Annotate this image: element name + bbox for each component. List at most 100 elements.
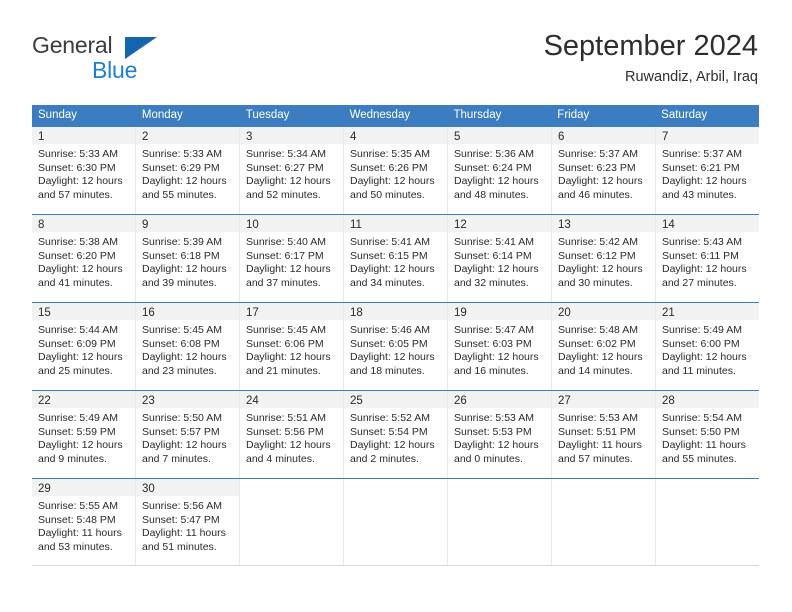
sunrise-text: Sunrise: 5:42 AM xyxy=(558,236,638,248)
daylight-text-line2: and 23 minutes. xyxy=(142,364,217,377)
day-number-band: 5 xyxy=(448,127,551,144)
day-cell[interactable]: 2 Sunrise: 5:33 AM Sunset: 6:29 PM Dayli… xyxy=(136,127,240,214)
daylight-text-line2: and 52 minutes. xyxy=(246,188,321,201)
day-cell[interactable]: 28 Sunrise: 5:54 AM Sunset: 5:50 PM Dayl… xyxy=(656,391,759,478)
week-row: 8 Sunrise: 5:38 AM Sunset: 6:20 PM Dayli… xyxy=(32,214,759,302)
weekday-header-row: Sunday Monday Tuesday Wednesday Thursday… xyxy=(32,105,759,126)
day-details: Sunrise: 5:44 AM Sunset: 6:09 PM Dayligh… xyxy=(32,320,135,378)
sunset-text: Sunset: 6:30 PM xyxy=(38,161,116,174)
sunrise-text: Sunrise: 5:53 AM xyxy=(558,412,638,424)
week-row: 29 Sunrise: 5:55 AM Sunset: 5:48 PM Dayl… xyxy=(32,478,759,565)
day-cell[interactable]: 15 Sunrise: 5:44 AM Sunset: 6:09 PM Dayl… xyxy=(32,303,136,390)
sunrise-text: Sunrise: 5:48 AM xyxy=(558,324,638,336)
daylight-text-line1: Daylight: 11 hours xyxy=(142,527,226,540)
day-cell[interactable]: 18 Sunrise: 5:46 AM Sunset: 6:05 PM Dayl… xyxy=(344,303,448,390)
daylight-text-line1: Daylight: 12 hours xyxy=(558,263,643,276)
day-cell[interactable]: 3 Sunrise: 5:34 AM Sunset: 6:27 PM Dayli… xyxy=(240,127,344,214)
day-cell[interactable]: 20 Sunrise: 5:48 AM Sunset: 6:02 PM Dayl… xyxy=(552,303,656,390)
daylight-text-line2: and 37 minutes. xyxy=(246,276,321,289)
daylight-text-line2: and 53 minutes. xyxy=(38,540,113,553)
day-number-band: 24 xyxy=(240,391,343,408)
sunset-text: Sunset: 6:29 PM xyxy=(142,161,220,174)
day-number: 1 xyxy=(38,131,45,143)
sunset-text: Sunset: 6:15 PM xyxy=(350,249,428,262)
day-details: Sunrise: 5:36 AM Sunset: 6:24 PM Dayligh… xyxy=(448,144,551,202)
day-details: Sunrise: 5:49 AM Sunset: 5:59 PM Dayligh… xyxy=(32,408,135,466)
day-cell[interactable]: 22 Sunrise: 5:49 AM Sunset: 5:59 PM Dayl… xyxy=(32,391,136,478)
day-cell[interactable]: 19 Sunrise: 5:47 AM Sunset: 6:03 PM Dayl… xyxy=(448,303,552,390)
day-number-band: 6 xyxy=(552,127,655,144)
day-number: 17 xyxy=(246,307,259,319)
daylight-text-line1: Daylight: 11 hours xyxy=(558,439,642,452)
daylight-text-line2: and 57 minutes. xyxy=(558,452,633,465)
sunrise-text: Sunrise: 5:35 AM xyxy=(350,148,430,160)
sunset-text: Sunset: 5:50 PM xyxy=(662,425,740,438)
day-cell[interactable]: 30 Sunrise: 5:56 AM Sunset: 5:47 PM Dayl… xyxy=(136,479,240,565)
day-number-band: 25 xyxy=(344,391,447,408)
day-details: Sunrise: 5:48 AM Sunset: 6:02 PM Dayligh… xyxy=(552,320,655,378)
calendar-page: General Blue September 2024 Ruwandiz, Ar… xyxy=(0,0,792,612)
day-cell[interactable]: 24 Sunrise: 5:51 AM Sunset: 5:56 PM Dayl… xyxy=(240,391,344,478)
day-details: Sunrise: 5:49 AM Sunset: 6:00 PM Dayligh… xyxy=(656,320,759,378)
generalblue-logo[interactable]: General Blue xyxy=(32,32,232,86)
day-number: 6 xyxy=(558,131,565,143)
day-cell[interactable]: 4 Sunrise: 5:35 AM Sunset: 6:26 PM Dayli… xyxy=(344,127,448,214)
daylight-text-line1: Daylight: 12 hours xyxy=(454,351,539,364)
sunrise-text: Sunrise: 5:45 AM xyxy=(246,324,326,336)
day-number: 29 xyxy=(38,483,51,495)
day-number-band: 22 xyxy=(32,391,135,408)
day-details: Sunrise: 5:39 AM Sunset: 6:18 PM Dayligh… xyxy=(136,232,239,290)
day-number-band: 23 xyxy=(136,391,239,408)
day-cell[interactable]: 26 Sunrise: 5:53 AM Sunset: 5:53 PM Dayl… xyxy=(448,391,552,478)
day-cell[interactable]: 14 Sunrise: 5:43 AM Sunset: 6:11 PM Dayl… xyxy=(656,215,759,302)
sunrise-text: Sunrise: 5:49 AM xyxy=(38,412,118,424)
day-cell[interactable]: 23 Sunrise: 5:50 AM Sunset: 5:57 PM Dayl… xyxy=(136,391,240,478)
daylight-text-line1: Daylight: 12 hours xyxy=(662,351,747,364)
sunset-text: Sunset: 6:08 PM xyxy=(142,337,220,350)
day-cell[interactable]: 13 Sunrise: 5:42 AM Sunset: 6:12 PM Dayl… xyxy=(552,215,656,302)
day-details: Sunrise: 5:53 AM Sunset: 5:53 PM Dayligh… xyxy=(448,408,551,466)
day-cell[interactable]: 6 Sunrise: 5:37 AM Sunset: 6:23 PM Dayli… xyxy=(552,127,656,214)
sunrise-text: Sunrise: 5:55 AM xyxy=(38,500,118,512)
day-cell[interactable]: 17 Sunrise: 5:45 AM Sunset: 6:06 PM Dayl… xyxy=(240,303,344,390)
day-cell[interactable]: 9 Sunrise: 5:39 AM Sunset: 6:18 PM Dayli… xyxy=(136,215,240,302)
day-number-band: 27 xyxy=(552,391,655,408)
day-cell[interactable]: 25 Sunrise: 5:52 AM Sunset: 5:54 PM Dayl… xyxy=(344,391,448,478)
day-cell[interactable]: 10 Sunrise: 5:40 AM Sunset: 6:17 PM Dayl… xyxy=(240,215,344,302)
day-number-band: 8 xyxy=(32,215,135,232)
day-number: 12 xyxy=(454,219,467,231)
daylight-text-line1: Daylight: 12 hours xyxy=(662,175,747,188)
sunrise-text: Sunrise: 5:34 AM xyxy=(246,148,326,160)
day-cell[interactable]: 7 Sunrise: 5:37 AM Sunset: 6:21 PM Dayli… xyxy=(656,127,759,214)
sunrise-text: Sunrise: 5:50 AM xyxy=(142,412,222,424)
daylight-text-line1: Daylight: 12 hours xyxy=(142,263,227,276)
day-cell[interactable]: 1 Sunrise: 5:33 AM Sunset: 6:30 PM Dayli… xyxy=(32,127,136,214)
day-number-band: 15 xyxy=(32,303,135,320)
logo-text-blue: Blue xyxy=(92,57,138,83)
daylight-text-line1: Daylight: 12 hours xyxy=(454,175,539,188)
day-cell[interactable]: 21 Sunrise: 5:49 AM Sunset: 6:00 PM Dayl… xyxy=(656,303,759,390)
day-number-band: 9 xyxy=(136,215,239,232)
daylight-text-line1: Daylight: 12 hours xyxy=(558,351,643,364)
day-cell[interactable]: 5 Sunrise: 5:36 AM Sunset: 6:24 PM Dayli… xyxy=(448,127,552,214)
day-details: Sunrise: 5:53 AM Sunset: 5:51 PM Dayligh… xyxy=(552,408,655,466)
day-cell[interactable]: 27 Sunrise: 5:53 AM Sunset: 5:51 PM Dayl… xyxy=(552,391,656,478)
day-number: 26 xyxy=(454,395,467,407)
sunrise-text: Sunrise: 5:39 AM xyxy=(142,236,222,248)
day-cell[interactable]: 8 Sunrise: 5:38 AM Sunset: 6:20 PM Dayli… xyxy=(32,215,136,302)
sunrise-text: Sunrise: 5:54 AM xyxy=(662,412,742,424)
daylight-text-line1: Daylight: 12 hours xyxy=(454,263,539,276)
day-cell[interactable]: 12 Sunrise: 5:41 AM Sunset: 6:14 PM Dayl… xyxy=(448,215,552,302)
daylight-text-line1: Daylight: 12 hours xyxy=(142,439,227,452)
day-number: 20 xyxy=(558,307,571,319)
day-details: Sunrise: 5:45 AM Sunset: 6:06 PM Dayligh… xyxy=(240,320,343,378)
sunset-text: Sunset: 6:27 PM xyxy=(246,161,324,174)
day-details: Sunrise: 5:55 AM Sunset: 5:48 PM Dayligh… xyxy=(32,496,135,554)
day-number-band: 19 xyxy=(448,303,551,320)
sunset-text: Sunset: 5:54 PM xyxy=(350,425,428,438)
day-cell[interactable]: 16 Sunrise: 5:45 AM Sunset: 6:08 PM Dayl… xyxy=(136,303,240,390)
daylight-text-line1: Daylight: 12 hours xyxy=(246,175,331,188)
daylight-text-line2: and 48 minutes. xyxy=(454,188,529,201)
day-cell[interactable]: 29 Sunrise: 5:55 AM Sunset: 5:48 PM Dayl… xyxy=(32,479,136,565)
day-cell[interactable]: 11 Sunrise: 5:41 AM Sunset: 6:15 PM Dayl… xyxy=(344,215,448,302)
